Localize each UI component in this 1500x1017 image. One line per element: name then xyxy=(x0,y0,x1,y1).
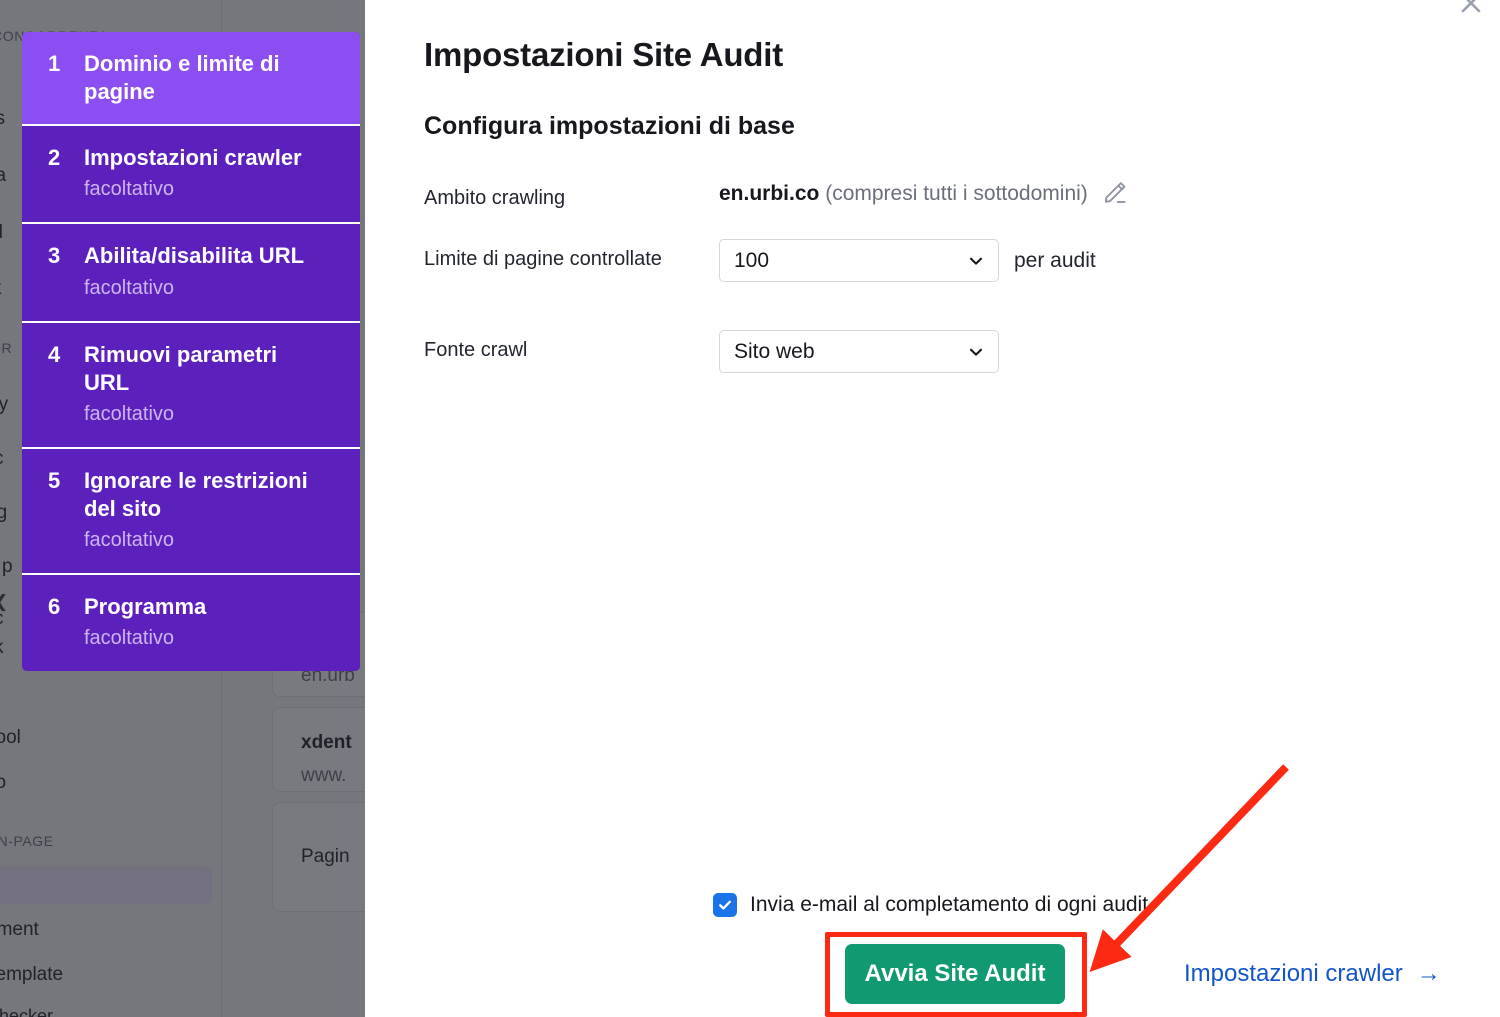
section-title: Configura impostazioni di base xyxy=(424,112,795,140)
chevron-down-icon xyxy=(968,344,984,360)
crawl-source-select[interactable]: Sito web xyxy=(719,330,999,373)
site-audit-settings-modal: Impostazioni Site Audit Configura impost… xyxy=(365,0,1500,1017)
chevron-down-icon xyxy=(968,253,984,269)
step-label: Impostazioni crawler xyxy=(84,145,302,171)
crawl-scope-domain: en.urbi.co xyxy=(719,182,820,205)
step-item-1[interactable]: 1 Dominio e limite di pagine xyxy=(22,32,360,127)
email-notification-checkbox[interactable] xyxy=(713,893,737,917)
site-audit-steps-sidebar: 1 Dominio e limite di pagine 2 Impostazi… xyxy=(22,32,360,672)
step-optional-tag: facoltativo xyxy=(84,276,175,299)
email-notification-label: Invia e-mail al completamento di ogni au… xyxy=(750,893,1154,916)
step-label: Ignorare le restrizioni del sito xyxy=(84,467,308,522)
page-limit-suffix: per audit xyxy=(1014,248,1096,272)
step-optional-tag: facoltativo xyxy=(84,627,175,650)
crawl-scope-label: Ambito crawling xyxy=(424,187,566,209)
step-optional-tag: facoltativo xyxy=(84,402,175,425)
step-number: 2 xyxy=(48,145,61,171)
step-label: Rimuovi parametri URL xyxy=(84,341,278,395)
step-number: 4 xyxy=(48,341,61,367)
step-label: Programma xyxy=(84,594,207,620)
crawl-scope-note: (compresi tutti i sottodomini) xyxy=(825,182,1088,205)
start-site-audit-button[interactable]: Avvia Site Audit xyxy=(845,944,1065,1004)
step-label: Abilita/disabilita URL xyxy=(84,243,305,269)
page-limit-value: 100 xyxy=(734,248,770,272)
crawl-source-label: Fonte crawl xyxy=(424,339,528,361)
crawl-source-value: Sito web xyxy=(734,339,815,363)
crawler-settings-link-label: Impostazioni crawler xyxy=(1184,960,1403,987)
page-title: Impostazioni Site Audit xyxy=(424,36,784,73)
crawl-source-row: Fonte crawl Sito web xyxy=(424,330,999,373)
crawler-settings-link[interactable]: Impostazioni crawler → xyxy=(1184,960,1441,988)
step-number: 6 xyxy=(48,594,61,620)
crawl-scope-value: en.urbi.co (compresi tutti i sottodomini… xyxy=(719,178,1088,206)
step-item-4[interactable]: 4 Rimuovi parametri URL facoltativo xyxy=(22,322,360,449)
step-optional-tag: facoltativo xyxy=(84,178,175,201)
step-label: Dominio e limite di pagine xyxy=(84,51,280,105)
step-item-6[interactable]: 6 Programma facoltativo xyxy=(22,575,360,672)
step-number: 5 xyxy=(48,467,61,493)
pencil-icon[interactable] xyxy=(1102,179,1128,205)
step-optional-tag: facoltativo xyxy=(84,529,175,552)
arrow-right-icon: → xyxy=(1416,960,1441,987)
page-limit-label: Limite di pagine controllate xyxy=(424,248,662,270)
page-limit-row: Limite di pagine controllate 100 per aud… xyxy=(424,239,1096,282)
step-number: 3 xyxy=(48,243,61,269)
crawl-scope-row: Ambito crawling en.urbi.co (compresi tut… xyxy=(424,178,1128,214)
page-limit-select[interactable]: 100 xyxy=(719,239,999,282)
step-item-2[interactable]: 2 Impostazioni crawler facoltativo xyxy=(22,126,360,225)
step-item-5[interactable]: 5 Ignorare le restrizioni del sito facol… xyxy=(22,448,360,576)
screen: CONCORRENZA cs ca rd k OR ey c ag p c k … xyxy=(0,0,1500,1017)
email-notification-checkbox-row[interactable]: Invia e-mail al completamento di ogni au… xyxy=(713,893,1154,917)
step-item-3[interactable]: 3 Abilita/disabilita URL facoltativo xyxy=(22,224,360,323)
step-number: 1 xyxy=(48,51,61,76)
close-icon[interactable] xyxy=(1454,0,1488,20)
